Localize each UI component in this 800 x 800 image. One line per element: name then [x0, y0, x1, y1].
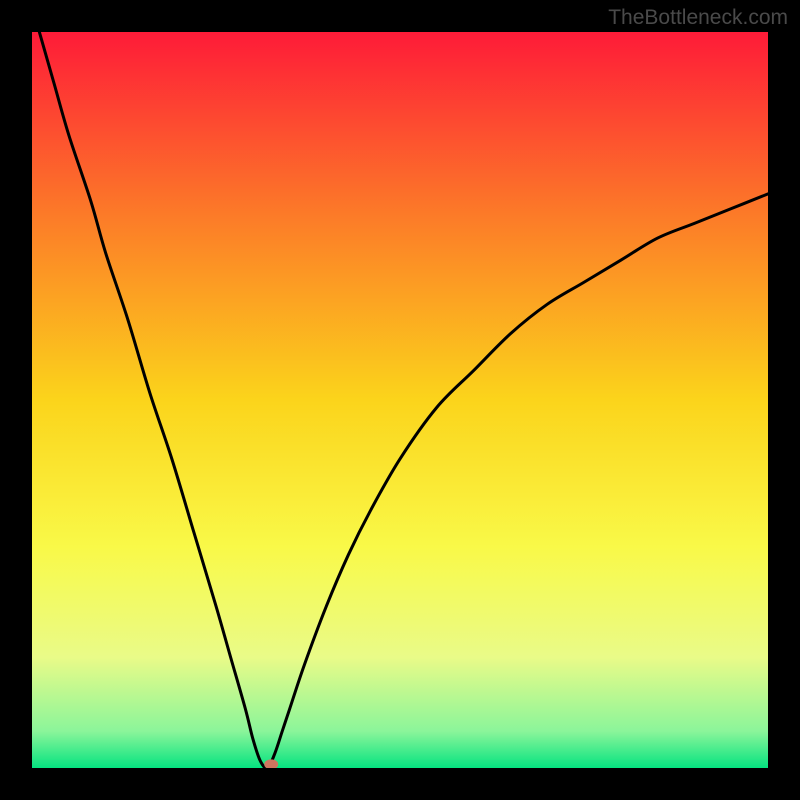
watermark-text: TheBottleneck.com	[608, 6, 788, 30]
plot-area	[32, 32, 768, 768]
curve-layer	[32, 32, 768, 768]
optimum-marker	[264, 759, 278, 768]
bottleneck-curve	[39, 32, 768, 768]
chart-frame: TheBottleneck.com	[0, 0, 800, 800]
